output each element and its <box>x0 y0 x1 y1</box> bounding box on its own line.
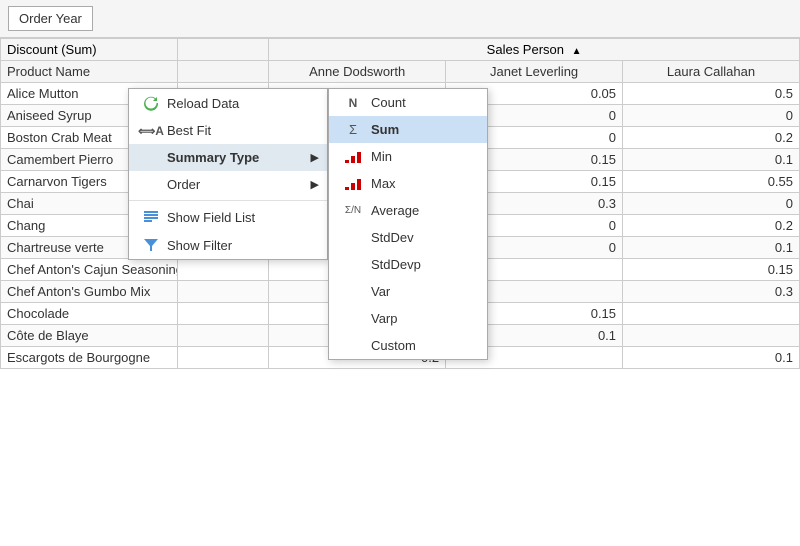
submenu-sum-label: Sum <box>371 122 399 137</box>
submenu-varp-label: Varp <box>371 311 398 326</box>
callahan-data-cell: 0.1 <box>623 347 800 369</box>
submenu-var-label: Var <box>371 284 390 299</box>
row-label-cell: Chef Anton's Gumbo Mix <box>1 281 178 303</box>
sales-person-header: Sales Person ▲ <box>269 39 800 61</box>
anne-col-cell <box>177 325 268 347</box>
submenu-min-label: Min <box>371 149 392 164</box>
callahan-data-cell: 0.5 <box>623 83 800 105</box>
menu-summary-type-label: Summary Type <box>167 150 259 165</box>
submenu-item-stddevp[interactable]: StdDevp <box>329 251 487 278</box>
menu-item-order[interactable]: Order ▶ <box>129 171 327 198</box>
count-icon: N <box>341 96 365 110</box>
anne-dodsworth-header: Anne Dodsworth <box>269 61 446 83</box>
menu-reload-label: Reload Data <box>167 96 239 111</box>
submenu-item-custom[interactable]: Custom <box>329 332 487 359</box>
anne-col-cell <box>177 303 268 325</box>
discount-header: Discount (Sum) <box>1 39 178 61</box>
submenu-arrow-icon: ▶ <box>311 151 319 164</box>
pivot-container: Order Year Discount (Sum) Sales Person ▲… <box>0 0 800 546</box>
menu-order-label: Order <box>167 177 200 192</box>
col-header-empty <box>177 39 268 61</box>
submenu-stddevp-label: StdDevp <box>371 257 421 272</box>
submenu-average-label: Average <box>371 203 419 218</box>
row-label-cell: Chef Anton's Cajun Seasoning <box>1 259 178 281</box>
anne-col-cell <box>177 281 268 303</box>
order-year-box[interactable]: Order Year <box>8 6 93 31</box>
submenu-item-stddev[interactable]: StdDev <box>329 224 487 251</box>
max-icon <box>341 177 365 191</box>
sort-arrow-icon: ▲ <box>572 46 582 57</box>
col-header-blank <box>177 61 268 83</box>
callahan-data-cell: 0.2 <box>623 127 800 149</box>
submenu: N Count Σ Sum Min <box>328 88 488 360</box>
laura-callahan-header: Laura Callahan <box>623 61 800 83</box>
callahan-data-cell: 0.1 <box>623 149 800 171</box>
submenu-item-max[interactable]: Max <box>329 170 487 197</box>
callahan-data-cell <box>623 325 800 347</box>
menu-item-show-field-list[interactable]: Show Field List <box>129 203 327 231</box>
callahan-data-cell: 0.3 <box>623 281 800 303</box>
product-name-header: Product Name <box>1 61 178 83</box>
callahan-data-cell <box>623 303 800 325</box>
submenu-item-varp[interactable]: Varp <box>329 305 487 332</box>
submenu-count-label: Count <box>371 95 406 110</box>
order-arrow-icon: ▶ <box>311 178 319 191</box>
submenu-stddev-label: StdDev <box>371 230 414 245</box>
callahan-data-cell: 0 <box>623 105 800 127</box>
menu-item-reload[interactable]: Reload Data <box>129 89 327 117</box>
menu-divider <box>129 200 327 201</box>
menu-best-fit-label: Best Fit <box>167 123 211 138</box>
callahan-data-cell: 0.2 <box>623 215 800 237</box>
average-icon: Σ/N <box>341 205 365 216</box>
row-label-cell: Côte de Blaye <box>1 325 178 347</box>
submenu-item-sum[interactable]: Σ Sum <box>329 116 487 143</box>
field-list-icon <box>141 209 161 225</box>
callahan-data-cell: 0.55 <box>623 171 800 193</box>
janet-leverling-header: Janet Leverling <box>446 61 623 83</box>
submenu-item-average[interactable]: Σ/N Average <box>329 197 487 224</box>
menu-item-show-filter[interactable]: Show Filter <box>129 231 327 259</box>
submenu-item-var[interactable]: Var <box>329 278 487 305</box>
filter-icon <box>141 237 161 253</box>
callahan-data-cell: 0.15 <box>623 259 800 281</box>
submenu-item-count[interactable]: N Count <box>329 89 487 116</box>
reload-icon <box>141 95 161 111</box>
submenu-max-label: Max <box>371 176 396 191</box>
menu-item-best-fit[interactable]: ⟺A Best Fit <box>129 117 327 144</box>
row-label-cell: Chocolade <box>1 303 178 325</box>
menu-item-summary-type[interactable]: Summary Type ▶ <box>129 144 327 171</box>
anne-col-cell <box>177 347 268 369</box>
header-row: Order Year <box>0 0 800 38</box>
min-icon <box>341 150 365 164</box>
anne-col-cell <box>177 259 268 281</box>
callahan-data-cell: 0.1 <box>623 237 800 259</box>
callahan-data-cell: 0 <box>623 193 800 215</box>
submenu-item-min[interactable]: Min <box>329 143 487 170</box>
menu-show-filter-label: Show Filter <box>167 238 232 253</box>
menu-show-field-list-label: Show Field List <box>167 210 255 225</box>
submenu-custom-label: Custom <box>371 338 416 353</box>
context-menu: Reload Data ⟺A Best Fit Summary Type ▶ O… <box>128 88 328 260</box>
best-fit-icon: ⟺A <box>141 124 161 138</box>
sum-icon: Σ <box>341 122 365 137</box>
row-label-cell: Escargots de Bourgogne <box>1 347 178 369</box>
